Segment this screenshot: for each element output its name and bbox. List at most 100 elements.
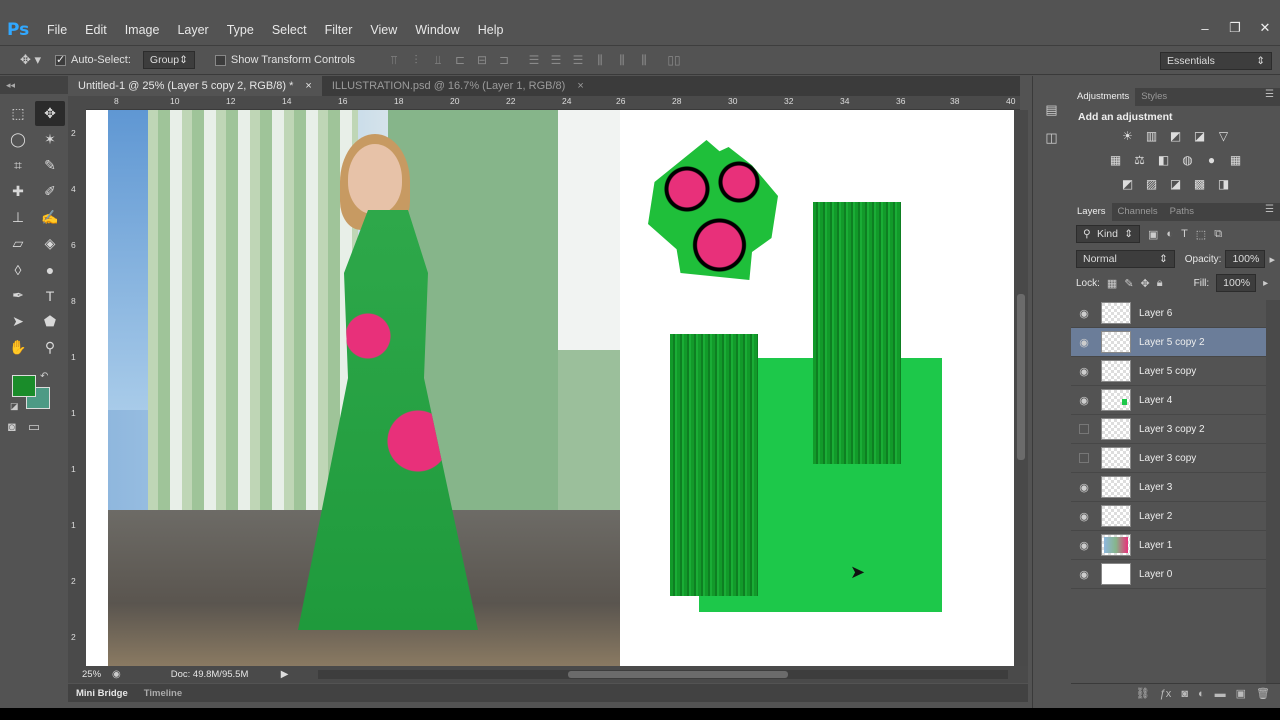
photo-layer[interactable] <box>108 110 620 666</box>
distribute-hcenter-icon[interactable]: ⫼ <box>615 53 629 68</box>
color-lookup-icon[interactable]: ▦ <box>1227 153 1245 169</box>
hand-tool-icon[interactable]: ✋ <box>3 335 33 360</box>
tools-panel-header[interactable]: ◂◂ <box>0 76 68 94</box>
menu-select[interactable]: Select <box>263 17 316 43</box>
layer-row-layer-5-copy[interactable]: ◉ Layer 5 copy <box>1071 357 1280 386</box>
move-tool-icon[interactable]: ✥ <box>35 101 65 126</box>
eraser-tool-icon[interactable]: ▱ <box>3 231 33 256</box>
pleats-shape-left[interactable] <box>670 334 758 596</box>
lock-transparency-icon[interactable]: ▦ <box>1107 277 1117 290</box>
history-brush-tool-icon[interactable]: ✍ <box>35 205 65 230</box>
panel-menu-icon[interactable]: ☰ <box>1265 204 1274 215</box>
layer-row-layer-3-copy[interactable]: Layer 3 copy <box>1071 444 1280 473</box>
dodge-tool-icon[interactable]: ● <box>35 257 65 282</box>
close-icon[interactable]: × <box>577 76 583 96</box>
tab-adjustments[interactable]: Adjustments <box>1071 88 1136 106</box>
eye-icon[interactable]: ◉ <box>1071 481 1097 494</box>
align-bottom-icon[interactable]: ⫫ <box>431 53 445 68</box>
foreground-color-swatch[interactable] <box>12 375 36 397</box>
eye-icon[interactable]: ◉ <box>1071 568 1097 581</box>
brightness-contrast-icon[interactable]: ☀ <box>1119 129 1137 145</box>
properties-panel-icon[interactable]: ◫ <box>1040 130 1064 152</box>
crop-tool-icon[interactable]: ⌗ <box>3 153 33 178</box>
document-canvas[interactable]: ➤ <box>86 110 1014 666</box>
clone-stamp-tool-icon[interactable]: ⊥ <box>3 205 33 230</box>
align-vcenter-icon[interactable]: ⫶ <box>409 53 423 68</box>
menu-edit[interactable]: Edit <box>76 17 116 43</box>
minimize-button[interactable]: – <box>1198 21 1212 36</box>
panel-menu-icon[interactable]: ☰ <box>1265 89 1274 100</box>
tab-untitled-1[interactable]: Untitled-1 @ 25% (Layer 5 copy 2, RGB/8)… <box>68 76 322 96</box>
exposure-icon[interactable]: ◪ <box>1191 129 1209 145</box>
filter-adjustment-icon[interactable]: ◐ <box>1166 228 1173 240</box>
close-button[interactable]: ✕ <box>1258 20 1272 36</box>
horizontal-scroll-thumb[interactable] <box>568 671 788 678</box>
paint-bucket-tool-icon[interactable]: ◈ <box>35 231 65 256</box>
fill-field[interactable]: 100% <box>1216 274 1257 292</box>
pen-tool-icon[interactable]: ✒ <box>3 283 33 308</box>
vibrance-icon[interactable]: ▽ <box>1215 129 1233 145</box>
new-adjustment-icon[interactable]: ◐ <box>1198 688 1205 700</box>
horizontal-scrollbar[interactable] <box>318 670 1008 679</box>
horizontal-ruler[interactable]: 8 10 12 14 16 18 20 22 24 26 28 30 32 34… <box>86 96 1020 110</box>
show-transform-toggle[interactable]: Show Transform Controls <box>214 54 355 66</box>
status-menu-arrow-icon[interactable]: ▶ <box>281 669 289 680</box>
eye-icon[interactable]: ◉ <box>1071 394 1097 407</box>
tab-layers[interactable]: Layers <box>1071 203 1112 221</box>
path-selection-tool-icon[interactable]: ➤ <box>3 309 33 334</box>
vertical-scrollbar[interactable] <box>1014 110 1028 666</box>
hue-saturation-icon[interactable]: ▦ <box>1107 153 1125 169</box>
tab-illustration[interactable]: ILLUSTRATION.psd @ 16.7% (Layer 1, RGB/8… <box>322 76 594 96</box>
distribute-right-icon[interactable]: ⫼ <box>637 53 651 68</box>
layer-row-layer-5-copy-2[interactable]: ◉ Layer 5 copy 2 <box>1071 328 1280 357</box>
workspace-dropdown[interactable]: Essentials ⇕ <box>1160 52 1272 70</box>
lock-image-icon[interactable]: ✎ <box>1124 277 1133 290</box>
gradient-map-icon[interactable]: ◨ <box>1215 177 1233 193</box>
menu-layer[interactable]: Layer <box>168 17 217 43</box>
blur-tool-icon[interactable]: ◊ <box>3 257 33 282</box>
levels-icon[interactable]: ▥ <box>1143 129 1161 145</box>
pleats-shape-right[interactable] <box>813 202 901 464</box>
move-tool-preset-icon[interactable]: ✥ ▾ <box>0 52 55 68</box>
menu-image[interactable]: Image <box>116 17 169 43</box>
delete-layer-icon[interactable]: 🗑︎ <box>1256 687 1270 700</box>
layer-row-layer-3[interactable]: ◉ Layer 3 <box>1071 473 1280 502</box>
quick-mask-icon[interactable]: ◙ <box>8 419 16 435</box>
magic-wand-tool-icon[interactable]: ✶ <box>35 127 65 152</box>
lasso-tool-icon[interactable]: ◯ <box>3 127 33 152</box>
filter-pixel-icon[interactable]: ▣ <box>1148 228 1158 241</box>
restore-button[interactable]: ❐ <box>1228 20 1242 36</box>
layer-row-layer-6[interactable]: ◉ Layer 6 <box>1071 299 1280 328</box>
layers-scrollbar[interactable] <box>1266 300 1280 683</box>
document-size[interactable]: Doc: 49.8M/95.5M <box>171 669 281 680</box>
eye-icon[interactable]: ◉ <box>1071 365 1097 378</box>
history-panel-icon[interactable]: ▤ <box>1040 102 1064 124</box>
lock-all-icon[interactable]: 🔒︎ <box>1157 277 1163 290</box>
layer-row-layer-2[interactable]: ◉ Layer 2 <box>1071 502 1280 531</box>
align-left-icon[interactable]: ⊏ <box>453 53 467 68</box>
layer-kind-dropdown[interactable]: ⚲ Kind ⇕ <box>1076 225 1140 243</box>
auto-align-icon[interactable]: ▯▯ <box>667 53 681 68</box>
auto-select-toggle[interactable]: Auto-Select: <box>55 53 131 66</box>
marquee-tool-icon[interactable]: ⬚ <box>3 101 33 126</box>
zoom-level[interactable]: 25% <box>68 669 112 680</box>
tab-timeline[interactable]: Timeline <box>136 688 190 699</box>
auto-select-checkbox[interactable] <box>55 53 66 66</box>
zoom-tool-icon[interactable]: ⚲ <box>35 335 65 360</box>
invert-icon[interactable]: ◩ <box>1119 177 1137 193</box>
ruler-origin[interactable] <box>68 96 86 110</box>
tab-mini-bridge[interactable]: Mini Bridge <box>68 688 136 699</box>
visibility-off-box[interactable] <box>1079 453 1089 463</box>
layer-row-layer-1[interactable]: ◉ Layer 1 <box>1071 531 1280 560</box>
channel-mixer-icon[interactable]: ● <box>1203 153 1221 169</box>
type-tool-icon[interactable]: T <box>35 283 65 308</box>
posterize-icon[interactable]: ▨ <box>1143 177 1161 193</box>
healing-brush-tool-icon[interactable]: ✚ <box>3 179 33 204</box>
eyedropper-tool-icon[interactable]: ✎ <box>35 153 65 178</box>
floral-top-shape[interactable] <box>648 140 778 280</box>
photo-filter-icon[interactable]: ◍ <box>1179 153 1197 169</box>
default-colors-icon[interactable]: ◪ <box>10 401 19 412</box>
vertical-scroll-thumb[interactable] <box>1017 294 1025 460</box>
eye-icon[interactable]: ◉ <box>1071 336 1097 349</box>
vertical-ruler[interactable]: 2 4 6 8 1 1 1 1 2 2 <box>68 110 86 666</box>
